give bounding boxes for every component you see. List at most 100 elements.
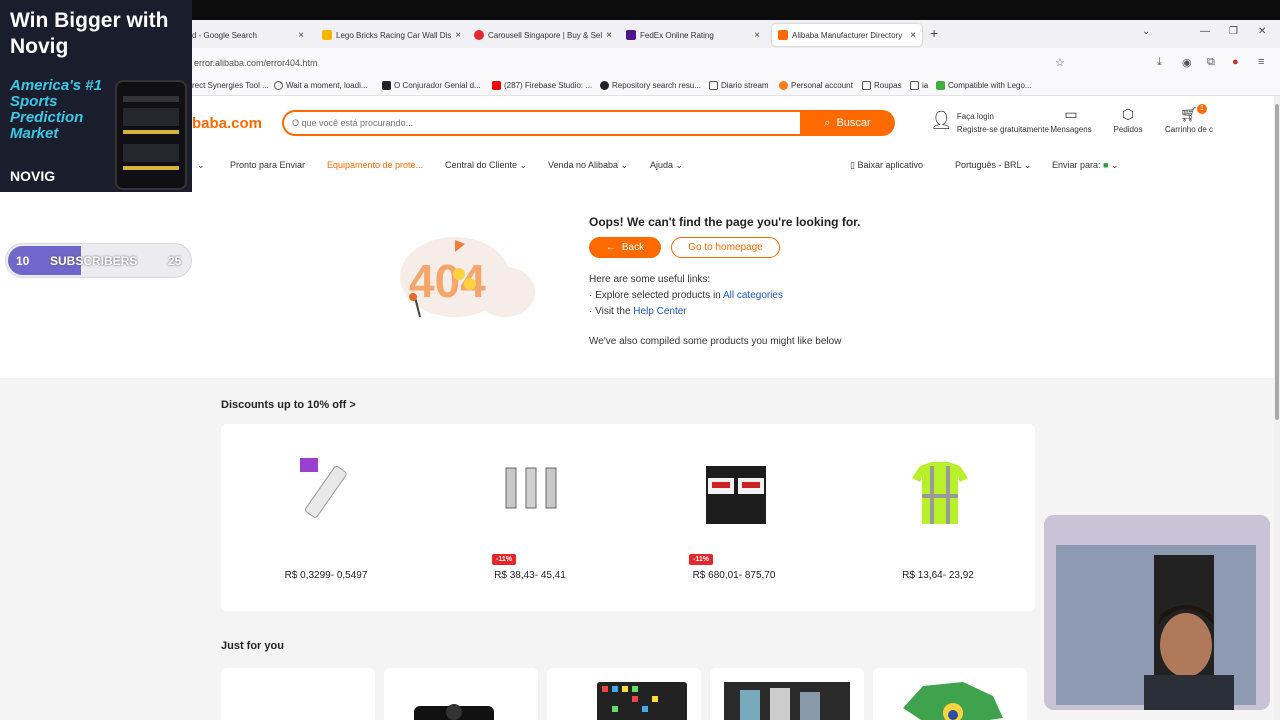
nav-help[interactable]: Ajuda ⌄ [650,160,683,171]
bookmark-item[interactable]: O Conjurador Genial d... [382,81,481,90]
product-image [414,704,494,720]
close-icon[interactable]: × [298,30,304,41]
download-app-link[interactable]: ▯ Baixar aplicativo [850,160,923,171]
tab-google-search[interactable]: d - Google Search × [186,24,310,46]
nav-protective-equipment[interactable]: Equipamento de prote... [327,160,423,170]
explore-line: · Explore selected products in All categ… [589,290,783,301]
product-image [597,682,687,720]
bookmark-item[interactable]: Wait a moment, loadi... [274,81,368,90]
bookmark-item[interactable]: Diario stream [709,81,769,90]
addon-icon[interactable]: ● [1232,56,1239,68]
bookmark-item[interactable]: rect Synergies Tool ... [192,81,269,90]
folder-icon [709,81,718,90]
login-area[interactable]: 👤︎ Faça login Registre-se gratuitamente [930,110,1049,136]
product-card[interactable]: R$ 13,64- 23,92 [838,424,1038,611]
recommended-product[interactable] [384,668,538,720]
page-scrollbar-thumb[interactable] [1275,104,1279,420]
new-tab-icon[interactable]: + [930,25,938,41]
restore-icon[interactable]: ❐ [1229,26,1238,37]
webcam-overlay [1044,515,1270,710]
lego-favicon-icon [322,30,332,40]
window-close-icon[interactable]: ✕ [1258,26,1266,37]
minimize-icon[interactable]: — [1200,26,1210,37]
cart-count-badge: 1 [1197,104,1207,114]
nav-ready-to-ship[interactable]: Pronto para Enviar [230,160,305,170]
language-label: Português - BRL [955,160,1022,170]
address-bar: error.alibaba.com/error404.htm ☆ ⤓ ◉ ⧉ ●… [0,48,1280,76]
recommended-product[interactable] [710,668,864,720]
discounts-card: R$ 0,3299- 0,5497 -11% R$ 38,43- 45,41 -… [221,424,1035,611]
user-icon: 👤︎ [930,110,953,130]
bookmarks-bar: rect Synergies Tool ... Wait a moment, l… [0,76,1280,96]
tab-carousell[interactable]: Carousell Singapore | Buy & Sel × [468,24,614,46]
search-button[interactable]: ⌕ Buscar [800,110,895,136]
product-image [505,467,557,509]
nav-sell-on-alibaba[interactable]: Venda no Alibaba ⌄ [548,160,628,171]
close-icon[interactable]: × [455,30,461,41]
cart-icon: 🛒︎ [1180,106,1198,122]
close-icon[interactable]: × [754,30,760,41]
orders-label: Pedidos [1113,125,1143,134]
bookmark-label: Roupas [874,81,902,90]
recommended-product[interactable] [221,668,375,720]
all-categories-link[interactable]: All categories [723,290,783,301]
subscriber-label: SUBSCRIBERS [50,254,138,268]
product-price: R$ 0,3299- 0,5497 [284,570,368,581]
messages-button[interactable]: ▭ Mensagens [1048,106,1094,134]
bookmark-label: Compatible with Lego... [948,81,1032,90]
menu-icon[interactable]: ≡ [1258,56,1264,68]
back-button[interactable]: ← Back [589,237,661,258]
bookmark-star-icon[interactable]: ☆ [1055,56,1065,69]
product-card[interactable]: R$ 0,3299- 0,5497 [226,424,426,611]
bookmark-item[interactable]: Compatible with Lego... [936,81,1032,90]
download-icon[interactable]: ⤓ [1157,56,1162,69]
nav-label: Venda no Alibaba [548,160,619,170]
bookmark-item[interactable]: ia [910,81,928,90]
tab-title: d - Google Search [192,30,257,40]
discounts-title[interactable]: Discounts up to 10% off > [221,399,356,411]
ship-to-selector[interactable]: Enviar para: ■ ⌄ [1052,160,1119,171]
bookmark-item[interactable]: Roupas [862,81,902,90]
tab-fedex[interactable]: FedEx Online Rating × [620,24,766,46]
alibaba-logo[interactable]: baba.com [192,115,262,132]
chevron-down-icon[interactable]: ⌄ [197,160,205,171]
youtube-icon [492,81,501,90]
site-header: baba.com ⌕ Buscar 👤︎ Faça login Registre… [0,96,1280,152]
phone-mockup [115,80,187,190]
register-link[interactable]: Registre-se gratuitamente [957,123,1049,136]
nav-label: Ajuda [650,160,674,170]
bookmark-item[interactable]: (287) Firebase Studio: ... [492,81,592,90]
tab-lego[interactable]: Lego Bricks Racing Car Wall Dis × [316,24,462,46]
discount-badge: -11% [492,554,516,565]
product-image [903,682,1003,720]
nav-customer-center[interactable]: Central do Cliente ⌄ [445,160,527,171]
help-center-link[interactable]: Help Center [633,306,686,317]
folder-icon [862,81,871,90]
url-field[interactable]: error.alibaba.com/error404.htm [194,58,318,68]
back-label: Back [621,242,645,253]
bookmark-item[interactable]: Repository search resu... [600,81,701,90]
account-icon[interactable]: ◉ [1182,56,1192,69]
bookmark-label: Diario stream [721,81,769,90]
close-icon[interactable]: × [910,30,916,41]
tab-list-chevron-icon[interactable]: ⌄ [1142,26,1150,37]
go-to-homepage-button[interactable]: Go to homepage [671,237,780,258]
bookmark-item[interactable]: Personal account [779,81,853,90]
tab-alibaba[interactable]: Alibaba Manufacturer Directory × [772,24,922,46]
login-link[interactable]: Faça login [957,110,1049,123]
bookmark-label: Repository search resu... [612,81,701,90]
orders-button[interactable]: ⬡ Pedidos [1110,106,1146,134]
bookmark-label: Wait a moment, loadi... [286,81,368,90]
extensions-icon[interactable]: ⧉ [1207,56,1215,69]
cart-button[interactable]: 🛒︎ Carrinho de c [1162,106,1216,134]
tab-title: Carousell Singapore | Buy & Sel [488,30,603,40]
recommended-product[interactable] [873,668,1027,720]
search-button-label: Buscar [836,117,871,129]
product-card[interactable]: -11% R$ 38,43- 45,41 [430,424,630,611]
explore-prefix: · Explore selected products in [589,290,721,301]
close-icon[interactable]: × [606,30,612,41]
recommended-product[interactable] [547,668,701,720]
product-card[interactable]: -11% R$ 680,01- 875,70 [634,424,834,611]
search-input[interactable] [284,112,802,134]
language-selector[interactable]: Português - BRL ⌄ [955,160,1031,171]
